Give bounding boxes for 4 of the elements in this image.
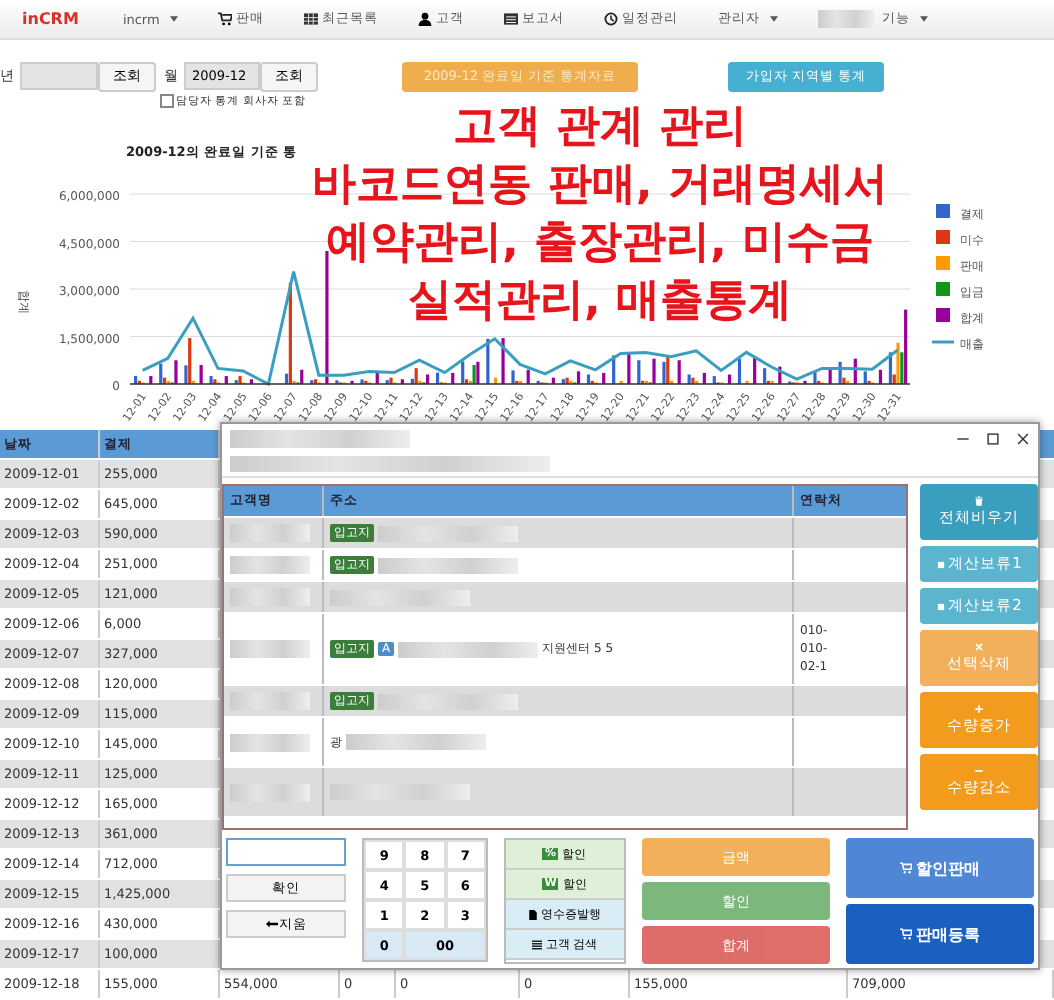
promo-headline: 실적관리, 매출통계 [407,274,793,330]
promo-headline: 예약관리, 출장관리, 미수금 [325,216,875,272]
promo-headline: 바코드연동 판매, 거래명세서 [312,158,888,214]
promo-headline: 고객 관계 관리 [452,100,748,156]
